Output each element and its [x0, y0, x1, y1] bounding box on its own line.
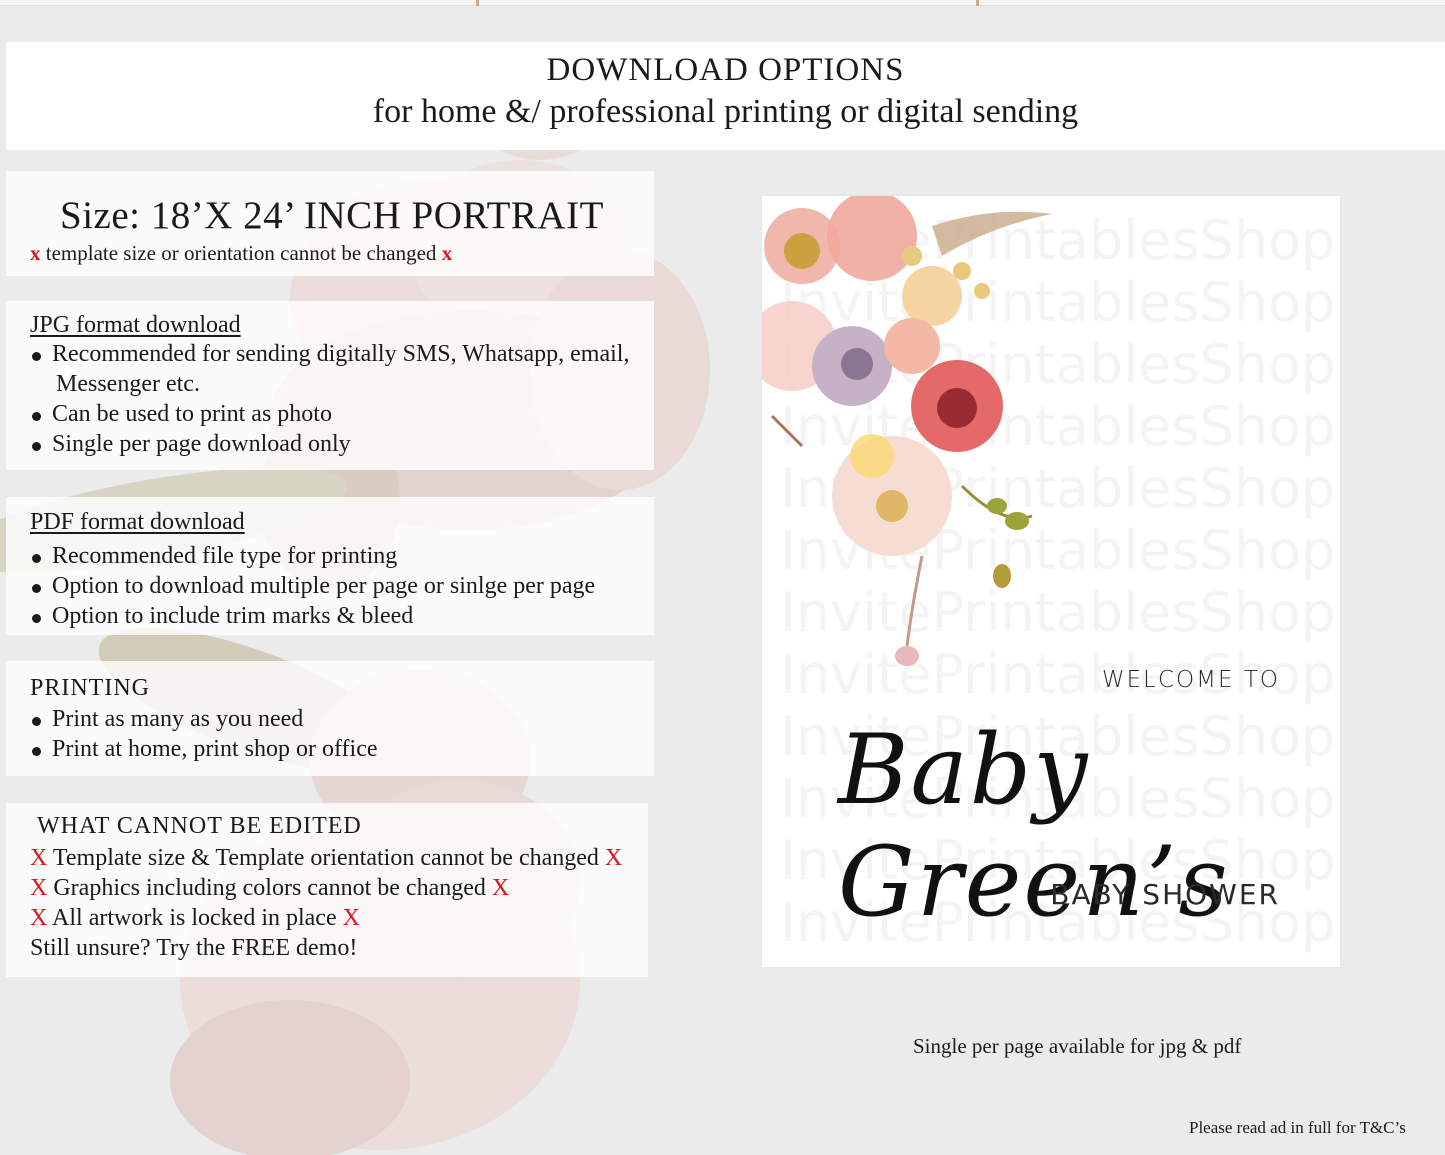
sign-preview: InvitePrintablesShop InvitePrintablesSho… [762, 196, 1340, 967]
list-item-continuation: Messenger etc. [56, 371, 200, 397]
jpg-panel: JPG format download Recommended for send… [6, 301, 654, 470]
list-item: X Template size & Template orientation c… [30, 843, 622, 873]
sign-event-text: BABY SHOWER [1050, 878, 1280, 911]
red-x-icon: X [30, 845, 48, 871]
list-item: X All artwork is locked in place X [30, 903, 622, 933]
sign-welcome-text: WELCOME TO [1101, 667, 1280, 693]
terms-note: Please read ad in full for T&C’s [1189, 1118, 1406, 1137]
size-panel: Size: 18’X 24’ INCH PORTRAIT x template … [6, 171, 654, 276]
list-item: Recommended for sending digitally SMS, W… [30, 339, 629, 369]
list-item: Recommended file type for printing [30, 541, 595, 571]
list-item-text: Graphics including colors cannot be chan… [53, 875, 486, 901]
pdf-title: PDF format download [30, 509, 245, 535]
list-item: Option to download multiple per page or … [30, 571, 595, 601]
pdf-list: Recommended file type for printing Optio… [30, 541, 595, 631]
printing-panel: PRINTING Print as many as you need Print… [6, 661, 654, 776]
not-editable-title: WHAT CANNOT BE EDITED [37, 813, 362, 839]
size-note-text: template size or orientation cannot be c… [45, 241, 437, 265]
demo-note: Still unsure? Try the FREE demo! [30, 935, 358, 961]
availability-note: Single per page available for jpg & pdf [913, 1034, 1242, 1058]
red-x-icon: x [30, 241, 41, 265]
jpg-title: JPG format download [30, 312, 241, 338]
not-editable-list: X Template size & Template orientation c… [30, 843, 622, 963]
size-note: x template size or orientation cannot be… [30, 241, 452, 266]
page-title: DOWNLOAD OPTIONS [546, 52, 905, 88]
strip-mark [476, 0, 479, 6]
list-item: Option to include trim marks & bleed [30, 601, 595, 631]
red-x-icon: X [604, 845, 623, 871]
list-item: X Graphics including colors cannot be ch… [30, 873, 622, 903]
size-title: Size: 18’X 24’ INCH PORTRAIT [60, 194, 604, 237]
list-item: Print at home, print shop or office [30, 734, 378, 764]
top-strip [0, 0, 1445, 6]
pdf-panel: PDF format download Recommended file typ… [6, 497, 654, 635]
red-x-icon: X [491, 875, 510, 901]
list-item-text: All artwork is locked in place [52, 905, 337, 931]
list-item: Print as many as you need [30, 704, 378, 734]
jpg-list: Recommended for sending digitally SMS, W… [30, 339, 629, 459]
list-item: Single per page download only [30, 429, 629, 459]
printing-list: Print as many as you need Print at home,… [30, 704, 378, 764]
download-options-header: DOWNLOAD OPTIONS for home &/ professiona… [6, 42, 1445, 150]
red-x-icon: x [441, 241, 453, 265]
page-subtitle: for home &/ professional printing or dig… [372, 93, 1079, 130]
red-x-icon: X [30, 905, 48, 931]
red-x-icon: X [30, 875, 48, 901]
list-item: Can be used to print as photo [30, 399, 629, 429]
red-x-icon: X [342, 905, 360, 931]
list-item-text: Template size & Template orientation can… [52, 845, 599, 871]
floral-bouquet-illustration [762, 196, 1052, 666]
strip-mark [976, 0, 979, 6]
not-editable-panel: WHAT CANNOT BE EDITED X Template size & … [6, 803, 648, 977]
printing-title: PRINTING [30, 675, 150, 701]
